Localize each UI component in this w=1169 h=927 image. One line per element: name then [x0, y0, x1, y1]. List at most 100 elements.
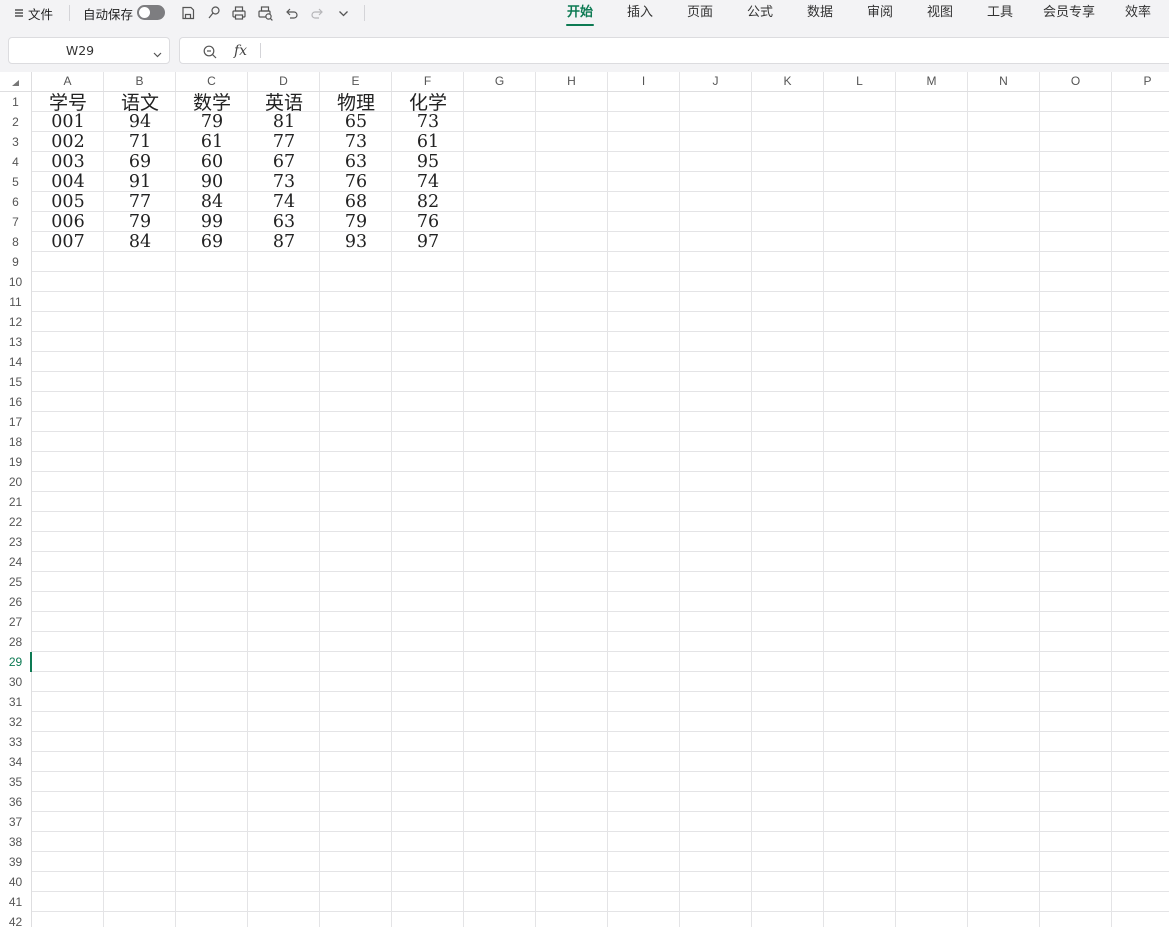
cell-b4[interactable]: 69 — [104, 152, 176, 172]
row-header-2[interactable]: 2 — [0, 112, 31, 132]
cell-a8[interactable]: 007 — [32, 232, 104, 252]
row-header-21[interactable]: 21 — [0, 492, 31, 512]
select-all-corner[interactable] — [0, 72, 32, 91]
formula-bar[interactable]: fx — [179, 37, 1169, 64]
row-header-5[interactable]: 5 — [0, 172, 31, 192]
undo-icon[interactable] — [284, 0, 299, 26]
row-header-4[interactable]: 4 — [0, 152, 31, 172]
cell-a4[interactable]: 003 — [32, 152, 104, 172]
column-header-f[interactable]: F — [392, 72, 464, 91]
cell-b3[interactable]: 71 — [104, 132, 176, 152]
cell-b6[interactable]: 77 — [104, 192, 176, 212]
column-header-p[interactable]: P — [1112, 72, 1169, 91]
row-header-42[interactable]: 42 — [0, 912, 31, 927]
tab-home[interactable]: 开始 — [566, 0, 594, 26]
row-header-17[interactable]: 17 — [0, 412, 31, 432]
cell-e7[interactable]: 79 — [320, 212, 392, 232]
cell-e5[interactable]: 76 — [320, 172, 392, 192]
row-header-29[interactable]: 29 — [0, 652, 32, 672]
cell-c2[interactable]: 79 — [176, 112, 248, 132]
cell-e6[interactable]: 68 — [320, 192, 392, 212]
column-header-e[interactable]: E — [320, 72, 392, 91]
cell-b1[interactable]: 语文 — [104, 93, 176, 113]
column-header-j[interactable]: J — [680, 72, 752, 91]
column-header-o[interactable]: O — [1040, 72, 1112, 91]
row-header-35[interactable]: 35 — [0, 772, 31, 792]
column-header-g[interactable]: G — [464, 72, 536, 91]
cell-f2[interactable]: 73 — [392, 112, 464, 132]
cell-f3[interactable]: 61 — [392, 132, 464, 152]
column-header-k[interactable]: K — [752, 72, 824, 91]
cell-d4[interactable]: 67 — [248, 152, 320, 172]
cell-b8[interactable]: 84 — [104, 232, 176, 252]
row-header-39[interactable]: 39 — [0, 852, 31, 872]
row-header-14[interactable]: 14 — [0, 352, 31, 372]
row-header-36[interactable]: 36 — [0, 792, 31, 812]
row-header-41[interactable]: 41 — [0, 892, 31, 912]
function-icon[interactable]: fx — [234, 40, 247, 62]
column-header-h[interactable]: H — [536, 72, 608, 91]
cell-b5[interactable]: 91 — [104, 172, 176, 192]
row-header-11[interactable]: 11 — [0, 292, 31, 312]
cell-b2[interactable]: 94 — [104, 112, 176, 132]
row-header-33[interactable]: 33 — [0, 732, 31, 752]
cell-a1[interactable]: 学号 — [32, 93, 104, 113]
cell-d6[interactable]: 74 — [248, 192, 320, 212]
column-header-n[interactable]: N — [968, 72, 1040, 91]
cell-c6[interactable]: 84 — [176, 192, 248, 212]
print-preview-icon[interactable] — [257, 0, 274, 26]
name-box[interactable]: W29 — [8, 37, 170, 64]
cell-f1[interactable]: 化学 — [392, 93, 464, 113]
cell-d7[interactable]: 63 — [248, 212, 320, 232]
column-header-b[interactable]: B — [104, 72, 176, 91]
main-menu-button[interactable]: 文件 — [14, 0, 53, 26]
cell-f6[interactable]: 82 — [392, 192, 464, 212]
column-header-m[interactable]: M — [896, 72, 968, 91]
column-header-d[interactable]: D — [248, 72, 320, 91]
row-header-23[interactable]: 23 — [0, 532, 31, 552]
tab-member[interactable]: 会员专享 — [1042, 0, 1096, 26]
cell-c5[interactable]: 90 — [176, 172, 248, 192]
print-icon[interactable] — [231, 0, 247, 26]
cell-a2[interactable]: 001 — [32, 112, 104, 132]
cell-d8[interactable]: 87 — [248, 232, 320, 252]
cell-e3[interactable]: 73 — [320, 132, 392, 152]
row-header-38[interactable]: 38 — [0, 832, 31, 852]
share-link-icon[interactable] — [206, 0, 222, 26]
spreadsheet-grid[interactable]: ABCDEFGHIJKLMNOP 1 2 3 4 5 6 7 8 9 10 11 12 13 14 15 16… — [0, 72, 1169, 927]
row-header-28[interactable]: 28 — [0, 632, 31, 652]
tab-page[interactable]: 页面 — [686, 0, 714, 26]
cell-d3[interactable]: 77 — [248, 132, 320, 152]
cell-f7[interactable]: 76 — [392, 212, 464, 232]
column-header-i[interactable]: I — [608, 72, 680, 91]
cell-b7[interactable]: 79 — [104, 212, 176, 232]
cell-c1[interactable]: 数学 — [176, 93, 248, 113]
row-header-9[interactable]: 9 — [0, 252, 31, 272]
row-header-20[interactable]: 20 — [0, 472, 31, 492]
cell-f8[interactable]: 97 — [392, 232, 464, 252]
cell-c3[interactable]: 61 — [176, 132, 248, 152]
cell-d1[interactable]: 英语 — [248, 93, 320, 113]
cell-e2[interactable]: 65 — [320, 112, 392, 132]
row-header-10[interactable]: 10 — [0, 272, 31, 292]
cell-a7[interactable]: 006 — [32, 212, 104, 232]
cell-c7[interactable]: 99 — [176, 212, 248, 232]
row-header-1[interactable]: 1 — [0, 92, 31, 112]
row-header-22[interactable]: 22 — [0, 512, 31, 532]
tab-formulas[interactable]: 公式 — [746, 0, 774, 26]
row-header-3[interactable]: 3 — [0, 132, 31, 152]
tab-insert[interactable]: 插入 — [626, 0, 654, 26]
tab-data[interactable]: 数据 — [806, 0, 834, 26]
row-header-19[interactable]: 19 — [0, 452, 31, 472]
cell-e8[interactable]: 93 — [320, 232, 392, 252]
row-header-26[interactable]: 26 — [0, 592, 31, 612]
cell-d2[interactable]: 81 — [248, 112, 320, 132]
column-header-a[interactable]: A — [32, 72, 104, 91]
cell-a3[interactable]: 002 — [32, 132, 104, 152]
row-header-6[interactable]: 6 — [0, 192, 31, 212]
chevron-down-icon[interactable] — [152, 45, 163, 64]
row-header-32[interactable]: 32 — [0, 712, 31, 732]
row-header-12[interactable]: 12 — [0, 312, 31, 332]
tab-review[interactable]: 审阅 — [866, 0, 894, 26]
zoom-out-icon[interactable] — [202, 44, 218, 64]
